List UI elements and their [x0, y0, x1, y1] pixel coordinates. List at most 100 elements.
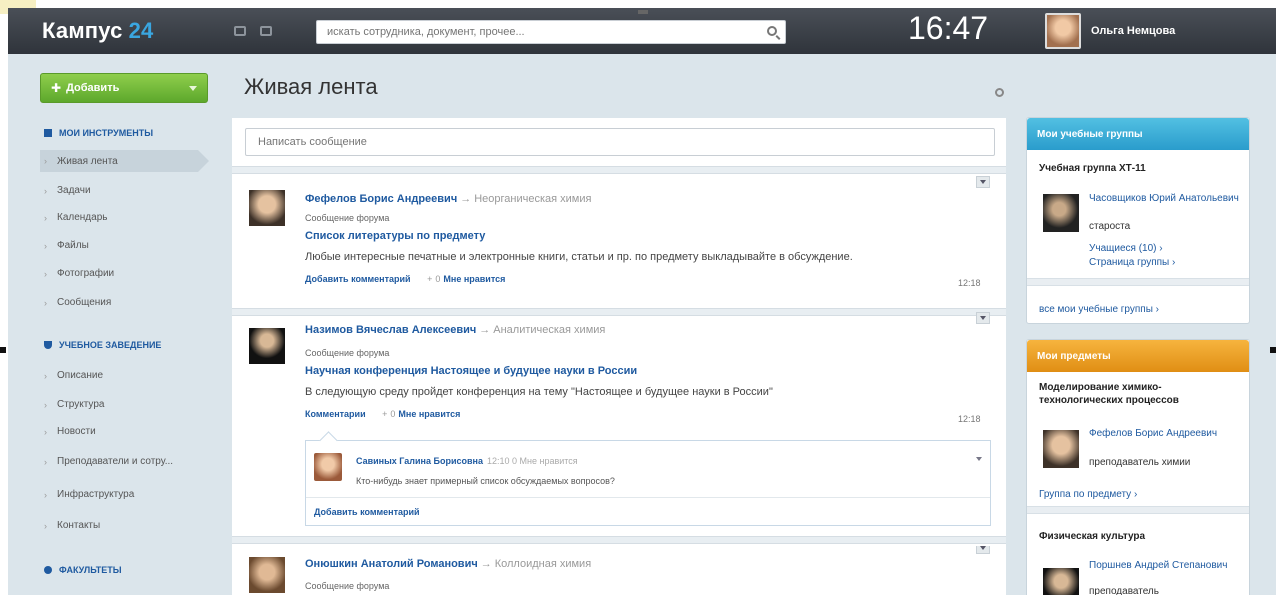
notifications-icon[interactable] [259, 26, 272, 36]
divider [1027, 506, 1249, 514]
teacher-role: преподаватель химии [1089, 457, 1191, 468]
post-menu-dropdown[interactable] [976, 546, 990, 554]
post-author[interactable]: Онюшкин Анатолий Романович → Коллоидная хи… [305, 558, 591, 570]
post-actions: Комментарии +0 Мне нравится [305, 409, 460, 419]
search-icon[interactable] [767, 26, 777, 36]
author-name[interactable]: Назимов Вячеслав Алексеевич [305, 324, 476, 336]
comments-link[interactable]: Комментарии [305, 409, 366, 419]
teacher-name[interactable]: Фефелов Борис Андреевич [1089, 428, 1229, 440]
post-separator [232, 536, 1006, 544]
add-button-label: Добавить [66, 82, 120, 94]
search-input[interactable] [317, 21, 785, 43]
bullet-icon: › [44, 456, 47, 467]
bullet-icon: › [44, 370, 47, 381]
post-menu-dropdown[interactable] [976, 176, 990, 188]
group-page-link[interactable]: Страница группы › [1089, 257, 1175, 268]
sidebar-item-tasks[interactable]: › Задачи [44, 185, 91, 196]
arrow-icon: → [480, 558, 492, 570]
bookmark-icon [44, 129, 52, 137]
chevron-down-icon[interactable] [976, 457, 982, 461]
sidebar-item-staff[interactable]: › Преподаватели и сотру... [44, 456, 173, 467]
compose-input[interactable] [246, 129, 994, 155]
sidebar-item-label: Преподаватели и сотру... [57, 456, 174, 467]
like-button[interactable]: +0 Мне нравится [382, 409, 460, 419]
chevron-down-icon[interactable] [189, 86, 197, 91]
sidebar-item-label: Новости [57, 426, 96, 437]
sidebar-item-infrastructure[interactable]: › Инфраструктура [44, 489, 134, 500]
chat-icon[interactable] [233, 26, 246, 36]
sidebar-item-news[interactable]: › Новости [44, 426, 96, 437]
comment-meta: 12:10 0 Мне нравится [486, 456, 578, 466]
logo-number: 24 [128, 18, 154, 43]
author-avatar[interactable] [249, 557, 285, 593]
arrow-icon: → [460, 193, 472, 205]
post-subject[interactable]: Коллоидная химия [495, 558, 591, 570]
bullet-icon: › [44, 185, 47, 196]
post-title[interactable]: Научная конференция Настоящее и будущее … [305, 365, 637, 377]
user-avatar[interactable] [1045, 13, 1081, 49]
sidebar-item-label: Задачи [57, 185, 91, 196]
sidebar-item-structure[interactable]: › Структура [44, 399, 104, 410]
sidebar-item-messages[interactable]: › Сообщения [44, 297, 111, 308]
post-text: В следующую среду пройдет конференция на… [305, 386, 773, 398]
circle-icon [44, 566, 52, 574]
like-button[interactable]: +0 Мне нравится [427, 274, 505, 284]
sidebar-item-files[interactable]: › Файлы [44, 240, 89, 251]
section-my-tools: МОИ ИНСТРУМЕНТЫ [44, 128, 153, 138]
gear-icon[interactable] [995, 88, 1004, 97]
section-title: УЧЕБНОЕ ЗАВЕДЕНИЕ [59, 340, 162, 350]
sidebar-item-contacts[interactable]: › Контакты [44, 520, 100, 531]
top-marker [638, 10, 648, 14]
sidebar-item-label: Файлы [57, 240, 89, 251]
post-time: 12:18 [958, 278, 981, 288]
post-subject[interactable]: Неорганическая химия [474, 193, 591, 205]
post-type: Сообщение форума [305, 581, 390, 591]
compose-box [245, 128, 995, 156]
page-title: Живая лента [244, 74, 378, 99]
section-school: УЧЕБНОЕ ЗАВЕДЕНИЕ [44, 340, 161, 350]
subject-group-link[interactable]: Группа по предмету › [1039, 489, 1137, 500]
author-avatar[interactable] [249, 190, 285, 226]
bullet-icon: › [44, 520, 47, 531]
all-groups-link[interactable]: все мои учебные группы › [1039, 304, 1159, 315]
person-avatar[interactable] [1043, 194, 1079, 232]
feed-post: Онюшкин Анатолий Романович → Коллоидная хи… [232, 546, 1006, 595]
sidebar-item-calendar[interactable]: › Календарь [44, 212, 107, 223]
comment-box: Савиных Галина Борисовна 12:10 0 Мне нрав… [305, 440, 991, 526]
add-comment-link[interactable]: Добавить комментарий [314, 507, 420, 517]
post-title[interactable]: Список литературы по предмету [305, 230, 485, 242]
bullet-icon: › [44, 240, 47, 251]
sidebar-item-description[interactable]: › Описание [44, 370, 103, 381]
sidebar-item-photos[interactable]: › Фотографии [44, 268, 114, 279]
commenter-avatar[interactable] [314, 453, 342, 481]
author-name[interactable]: Фефелов Борис Андреевич [305, 193, 457, 205]
teacher-avatar[interactable] [1043, 568, 1079, 595]
widget-title: Мои учебные группы [1027, 118, 1249, 150]
author-avatar[interactable] [249, 328, 285, 364]
post-actions: Добавить комментарий +0 Мне нравится [305, 274, 505, 284]
person-name[interactable]: Часовщиков Юрий Анатольевич [1089, 193, 1239, 205]
group-name: Учебная группа ХТ-11 [1039, 163, 1146, 174]
teacher-avatar[interactable] [1043, 430, 1079, 468]
teacher-name[interactable]: Поршнев Андрей Степанович [1089, 560, 1229, 572]
logo[interactable]: Кампус 24 [42, 18, 154, 44]
widget-my-subjects: Мои предметы Моделирование химико-технол… [1026, 339, 1250, 595]
add-comment-link[interactable]: Добавить комментарий [305, 274, 411, 284]
bullet-icon: › [44, 212, 47, 223]
search-box [316, 20, 786, 44]
author-name[interactable]: Онюшкин Анатолий Романович [305, 558, 478, 570]
subject-name: Физическая культура [1039, 531, 1146, 542]
students-link[interactable]: Учащиеся (10) › [1089, 243, 1163, 254]
thumbs-up-icon: + [427, 274, 433, 284]
post-menu-dropdown[interactable] [976, 312, 990, 324]
plus-icon: ✚ [51, 81, 62, 95]
sidebar-item-live-feed[interactable]: › Живая лента [40, 150, 209, 172]
commenter-name[interactable]: Савиных Галина Борисовна [356, 456, 483, 466]
post-subject[interactable]: Аналитическая химия [493, 324, 605, 336]
user-name[interactable]: Ольга Немцова [1091, 25, 1175, 37]
post-author[interactable]: Назимов Вячеслав Алексеевич → Аналитическа… [305, 324, 605, 336]
likes-count: 0 [435, 274, 441, 284]
sidebar-item-label: Описание [57, 370, 104, 381]
post-author[interactable]: Фефелов Борис Андреевич → Неорганическая х… [305, 193, 591, 205]
add-button[interactable]: ✚ Добавить [40, 73, 208, 103]
